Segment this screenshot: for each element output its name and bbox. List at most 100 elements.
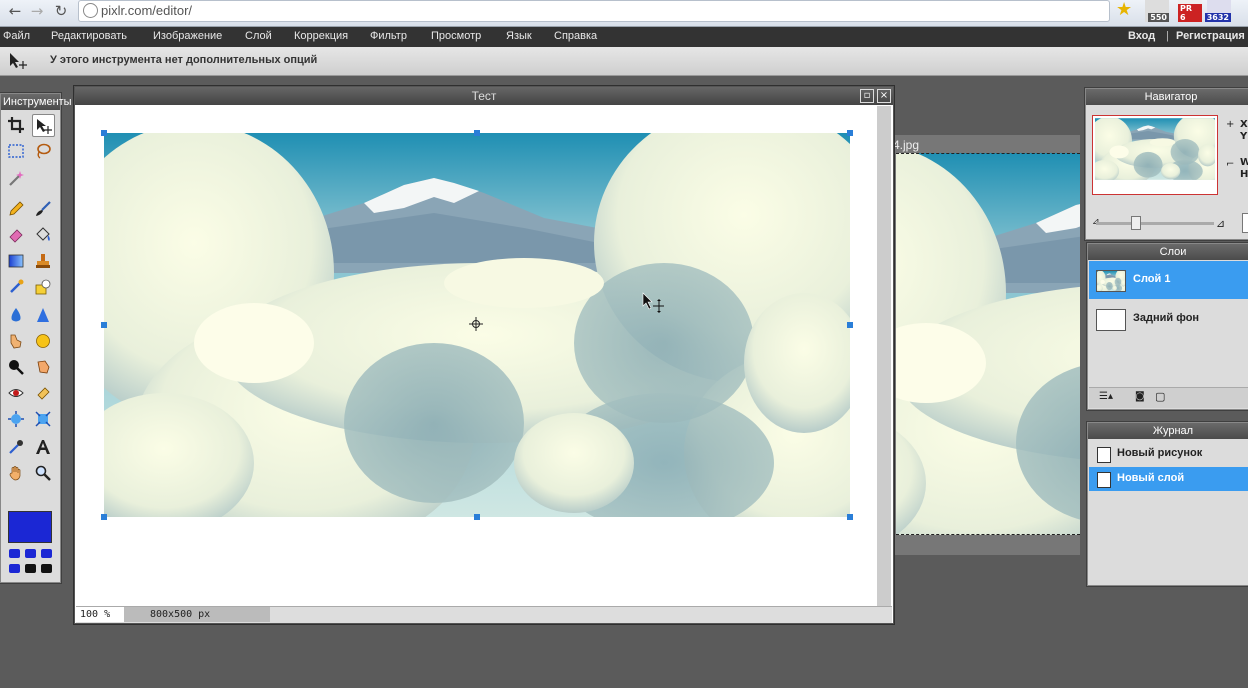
menu-language[interactable]: Язык bbox=[506, 30, 532, 42]
foreground-color-swatch[interactable] bbox=[8, 511, 52, 543]
bookmark-star-icon[interactable]: ★ bbox=[1116, 0, 1132, 20]
zoom-level[interactable]: 100 % bbox=[76, 607, 125, 622]
background-document-window[interactable]: 4.jpg bbox=[880, 135, 1080, 555]
menu-image[interactable]: Изображение bbox=[153, 30, 222, 42]
sponge-tool[interactable] bbox=[32, 330, 54, 352]
history-item[interactable]: Новый рисунок bbox=[1089, 442, 1248, 466]
smudge-tool[interactable] bbox=[5, 330, 27, 352]
transform-handle[interactable] bbox=[474, 130, 480, 136]
layers-panel: Слои Слой 1 Задний фон ☰▴ ◙ ▢ bbox=[1087, 243, 1248, 410]
close-icon[interactable]: × bbox=[877, 89, 891, 103]
sponge-icon bbox=[36, 334, 50, 348]
drawing-tool[interactable] bbox=[32, 276, 54, 298]
menu-filter[interactable]: Фильтр bbox=[370, 30, 407, 42]
menu-adjustment[interactable]: Коррекция bbox=[294, 30, 348, 42]
crop-tool[interactable] bbox=[5, 114, 27, 136]
stamp-icon bbox=[36, 254, 50, 268]
pagerank-icon[interactable]: PR 6 bbox=[1178, 0, 1202, 22]
magic-wand-tool[interactable] bbox=[5, 167, 27, 189]
color-replace-tool[interactable] bbox=[5, 276, 27, 298]
blur-tool[interactable] bbox=[5, 304, 27, 326]
brush-tool[interactable] bbox=[32, 198, 54, 220]
navigator-panel: Навигатор + X Y ⌐ W H ⊿ ⊿ bbox=[1085, 88, 1248, 240]
dodge-tool[interactable] bbox=[5, 356, 27, 378]
counter-icon[interactable]: 3632 bbox=[1204, 0, 1231, 22]
lasso-tool[interactable] bbox=[32, 140, 54, 162]
transform-handle[interactable] bbox=[847, 130, 853, 136]
swatch-mini[interactable] bbox=[41, 564, 52, 573]
sharpen-tool[interactable] bbox=[32, 304, 54, 326]
transform-handle[interactable] bbox=[101, 130, 107, 136]
bloat-icon bbox=[8, 411, 24, 427]
clone-stamp-tool[interactable] bbox=[32, 250, 54, 272]
color-picker-tool[interactable] bbox=[5, 436, 27, 458]
swatch-mini[interactable] bbox=[9, 549, 20, 558]
zoom-input[interactable] bbox=[1242, 213, 1248, 233]
menu-layer[interactable]: Слой bbox=[245, 30, 272, 42]
layer-item[interactable]: Задний фон bbox=[1089, 300, 1248, 338]
move-cursor-icon bbox=[642, 292, 664, 313]
zoom-slider-knob[interactable] bbox=[1131, 216, 1141, 230]
menu-view[interactable]: Просмотр bbox=[431, 30, 481, 42]
zoom-slider-track[interactable] bbox=[1096, 222, 1214, 225]
swatch-mini[interactable] bbox=[25, 549, 36, 558]
new-layer-icon[interactable]: ▢ bbox=[1155, 390, 1165, 403]
eraser-tool[interactable] bbox=[5, 224, 27, 246]
menu-file[interactable]: Файл bbox=[3, 30, 30, 42]
forward-arrow-icon[interactable]: → bbox=[28, 2, 46, 20]
navigator-x-label: X bbox=[1240, 119, 1248, 130]
zoom-in-icon[interactable]: ⊿ bbox=[1216, 217, 1225, 230]
extension-icon[interactable]: 550 bbox=[1145, 0, 1169, 22]
document-canvas[interactable] bbox=[76, 106, 876, 606]
history-document-icon bbox=[1097, 447, 1111, 463]
pencil-tool[interactable] bbox=[5, 198, 27, 220]
paint-bucket-icon bbox=[36, 227, 50, 241]
address-bar[interactable]: pixlr.com/editor/ bbox=[78, 0, 1110, 22]
transform-handle[interactable] bbox=[847, 514, 853, 520]
menu-edit[interactable]: Редактировать bbox=[51, 30, 127, 42]
spot-heal-tool[interactable] bbox=[32, 382, 54, 404]
zoom-tool[interactable] bbox=[32, 462, 54, 484]
eyedropper-icon bbox=[9, 440, 23, 454]
red-eye-tool[interactable] bbox=[5, 382, 27, 404]
document-title-bar[interactable]: Тест bbox=[75, 87, 893, 105]
layer-item-selected[interactable]: Слой 1 bbox=[1089, 261, 1248, 299]
navigator-h-label: H bbox=[1240, 169, 1248, 180]
tools-panel-title: Инструменты bbox=[1, 94, 72, 110]
pagerank-badge: PR 6 bbox=[1178, 4, 1202, 22]
navigator-thumbnail[interactable] bbox=[1092, 115, 1218, 195]
pinch-tool[interactable] bbox=[32, 408, 54, 430]
burn-tool[interactable] bbox=[32, 356, 54, 378]
navigator-y-label: Y bbox=[1240, 131, 1248, 142]
brush-icon bbox=[36, 201, 51, 216]
gradient-tool[interactable] bbox=[5, 250, 27, 272]
history-item-selected[interactable]: Новый слой bbox=[1089, 467, 1248, 491]
swatch-mini[interactable] bbox=[25, 564, 36, 573]
reload-icon[interactable]: ↻ bbox=[52, 2, 70, 20]
vertical-scrollbar[interactable] bbox=[877, 106, 891, 606]
swatch-mini[interactable] bbox=[41, 549, 52, 558]
type-tool[interactable] bbox=[32, 436, 54, 458]
back-arrow-icon[interactable]: ← bbox=[6, 2, 24, 20]
document-window[interactable]: Тест ▫ × 100 % 800x500 px bbox=[74, 86, 894, 624]
maximize-icon[interactable]: ▫ bbox=[860, 89, 874, 103]
hand-tool[interactable] bbox=[5, 462, 27, 484]
finger-icon bbox=[10, 334, 22, 349]
layer-settings-icon[interactable]: ☰▴ bbox=[1099, 391, 1113, 402]
transform-handle[interactable] bbox=[101, 514, 107, 520]
marquee-tool[interactable] bbox=[5, 140, 27, 162]
menu-help[interactable]: Справка bbox=[554, 30, 597, 42]
transform-handle[interactable] bbox=[847, 322, 853, 328]
navigator-title: Навигатор bbox=[1086, 89, 1248, 105]
eraser-icon bbox=[9, 229, 23, 243]
paint-bucket-tool[interactable] bbox=[32, 224, 54, 246]
login-link[interactable]: Вход bbox=[1128, 30, 1155, 42]
url-text: pixlr.com/editor/ bbox=[101, 3, 193, 18]
transform-handle[interactable] bbox=[474, 514, 480, 520]
register-link[interactable]: Регистрация bbox=[1176, 30, 1245, 42]
transform-handle[interactable] bbox=[101, 322, 107, 328]
bloat-tool[interactable] bbox=[5, 408, 27, 430]
move-tool[interactable] bbox=[32, 114, 55, 137]
swatch-mini[interactable] bbox=[9, 564, 20, 573]
layer-mask-icon[interactable]: ◙ bbox=[1135, 391, 1145, 402]
